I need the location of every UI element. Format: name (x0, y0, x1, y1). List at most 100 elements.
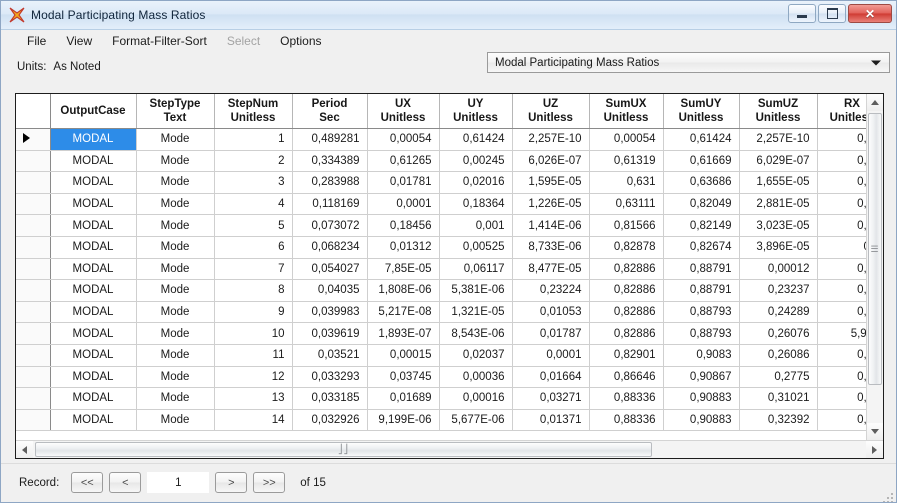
cell-steptype[interactable]: Mode (136, 193, 215, 216)
column-header-ux[interactable]: UX Unitless (367, 94, 440, 129)
cell-ux[interactable]: 5,217E-08 (367, 301, 440, 324)
table-row[interactable]: MODAL Mode 9 0,039983 5,217E-08 1,321E-05 0,01… (16, 301, 866, 324)
record-number-input[interactable]: 1 (147, 472, 210, 493)
close-button[interactable]: ✕ (848, 4, 892, 23)
cell-uz[interactable]: 0,01371 (512, 409, 590, 432)
column-header-stepnum[interactable]: StepNum Unitless (214, 94, 293, 129)
cell-sumuy[interactable]: 0,82674 (663, 236, 740, 259)
cell-steptype[interactable]: Mode (136, 236, 215, 259)
cell-sumuz[interactable]: 0,32392 (739, 409, 818, 432)
cell-uz[interactable]: 0,23224 (512, 279, 590, 302)
cell-outputcase[interactable]: MODAL (50, 322, 137, 345)
cell-sumuy[interactable]: 0,88791 (663, 258, 740, 281)
row-selector-cell[interactable] (16, 258, 51, 281)
cell-sumuz[interactable]: 0,24289 (739, 301, 818, 324)
cell-steptype[interactable]: Mode (136, 366, 215, 389)
cell-stepnum[interactable]: 4 (214, 193, 293, 216)
row-selector-cell[interactable] (16, 322, 51, 345)
table-row[interactable]: MODAL Mode 3 0,283988 0,01781 0,02016 1,595E-0… (16, 171, 866, 194)
next-record-button[interactable]: > (215, 472, 248, 493)
cell-outputcase[interactable]: MODAL (50, 128, 137, 151)
cell-steptype[interactable]: Mode (136, 258, 215, 281)
cell-stepnum[interactable]: 12 (214, 366, 293, 389)
cell-period[interactable]: 0,283988 (292, 171, 368, 194)
cell-period[interactable]: 0,033185 (292, 387, 368, 410)
horizontal-scrollbar[interactable]: ⎦⎦ (16, 440, 883, 458)
cell-stepnum[interactable]: 9 (214, 301, 293, 324)
cell-ux[interactable]: 0,01312 (367, 236, 440, 259)
cell-ux[interactable]: 0,03745 (367, 366, 440, 389)
cell-uz[interactable]: 8,477E-05 (512, 258, 590, 281)
column-header-sumuy[interactable]: SumUY Unitless (663, 94, 740, 129)
cell-sumux[interactable]: 0,82886 (589, 279, 664, 302)
table-row[interactable]: MODAL Mode 8 0,04035 1,808E-06 5,381E-06 0,232… (16, 279, 866, 302)
cell-sumuz[interactable]: 0,23237 (739, 279, 818, 302)
cell-outputcase[interactable]: MODAL (50, 279, 137, 302)
row-selector-cell[interactable] (16, 301, 51, 324)
table-row[interactable]: MODAL Mode 13 0,033185 0,01689 0,00016 0,03271… (16, 387, 866, 410)
cell-uy[interactable]: 0,06117 (439, 258, 513, 281)
first-record-button[interactable]: << (71, 472, 104, 493)
scroll-right-button[interactable] (866, 441, 883, 458)
cell-steptype[interactable]: Mode (136, 279, 215, 302)
cell-rx[interactable]: 0,16 (817, 193, 866, 216)
table-row[interactable]: MODAL Mode 5 0,073072 0,18456 0,001 1,414E-06 0… (16, 214, 866, 237)
table-row[interactable]: MODAL Mode 4 0,118169 0,0001 0,18364 1,226E-05… (16, 193, 866, 216)
cell-sumuy[interactable]: 0,90867 (663, 366, 740, 389)
menu-item-view[interactable]: View (56, 32, 102, 50)
row-selector-cell[interactable] (16, 193, 51, 216)
cell-outputcase[interactable]: MODAL (50, 150, 137, 173)
cell-uy[interactable]: 8,543E-06 (439, 322, 513, 345)
row-selector-cell[interactable] (16, 171, 51, 194)
cell-uy[interactable]: 0,00525 (439, 236, 513, 259)
cell-ux[interactable]: 7,85E-05 (367, 258, 440, 281)
cell-uz[interactable]: 6,026E-07 (512, 150, 590, 173)
cell-rx[interactable]: 0,00 (817, 279, 866, 302)
cell-period[interactable]: 0,073072 (292, 214, 368, 237)
cell-uz[interactable]: 0,03271 (512, 387, 590, 410)
table-select-dropdown[interactable]: Modal Participating Mass Ratios (487, 52, 890, 73)
cell-outputcase[interactable]: MODAL (50, 366, 137, 389)
row-selector-cell[interactable] (16, 344, 51, 367)
table-row[interactable]: MODAL Mode 6 0,068234 0,01312 0,00525 8,733E-0… (16, 236, 866, 259)
cell-outputcase[interactable]: MODAL (50, 344, 137, 367)
row-selector-cell[interactable] (16, 214, 51, 237)
cell-steptype[interactable]: Mode (136, 322, 215, 345)
cell-sumuz[interactable]: 2,881E-05 (739, 193, 818, 216)
column-header-sumuz[interactable]: SumUZ Unitless (739, 94, 818, 129)
cell-rx[interactable]: 0,07 (817, 258, 866, 281)
cell-stepnum[interactable]: 5 (214, 214, 293, 237)
column-header-rx[interactable]: RX Unitless (817, 94, 866, 129)
vertical-scrollbar[interactable]: ☰ (866, 94, 883, 440)
cell-sumux[interactable]: 0,63111 (589, 193, 664, 216)
cell-uy[interactable]: 1,321E-05 (439, 301, 513, 324)
column-header-period[interactable]: Period Sec (292, 94, 368, 129)
table-row[interactable]: MODAL Mode 14 0,032926 9,199E-06 5,677E-06 0,0… (16, 409, 866, 432)
cell-rx[interactable]: 5,988 (817, 322, 866, 345)
cell-uz[interactable]: 0,01787 (512, 322, 590, 345)
cell-uz[interactable]: 0,01053 (512, 301, 590, 324)
cell-period[interactable]: 0,03521 (292, 344, 368, 367)
table-row[interactable]: MODAL Mode 1 0,489281 0,00054 0,61424 2,257E-1… (16, 128, 866, 151)
cell-ux[interactable]: 0,00054 (367, 128, 440, 151)
cell-uy[interactable]: 0,00036 (439, 366, 513, 389)
maximize-button[interactable] (818, 4, 846, 23)
cell-uy[interactable]: 0,02037 (439, 344, 513, 367)
cell-sumux[interactable]: 0,88336 (589, 409, 664, 432)
cell-period[interactable]: 0,054027 (292, 258, 368, 281)
cell-uy[interactable]: 0,18364 (439, 193, 513, 216)
cell-uz[interactable]: 8,733E-06 (512, 236, 590, 259)
cell-period[interactable]: 0,04035 (292, 279, 368, 302)
row-selector-cell[interactable] (16, 150, 51, 173)
cell-sumux[interactable]: 0,631 (589, 171, 664, 194)
cell-uy[interactable]: 0,02016 (439, 171, 513, 194)
cell-uy[interactable]: 0,00245 (439, 150, 513, 173)
cell-steptype[interactable]: Mode (136, 171, 215, 194)
cell-sumux[interactable]: 0,82901 (589, 344, 664, 367)
cell-period[interactable]: 0,032926 (292, 409, 368, 432)
resize-grip[interactable] (881, 491, 893, 502)
cell-sumux[interactable]: 0,82878 (589, 236, 664, 259)
cell-uz[interactable]: 2,257E-10 (512, 128, 590, 151)
cell-period[interactable]: 0,039619 (292, 322, 368, 345)
cell-uz[interactable]: 0,01664 (512, 366, 590, 389)
